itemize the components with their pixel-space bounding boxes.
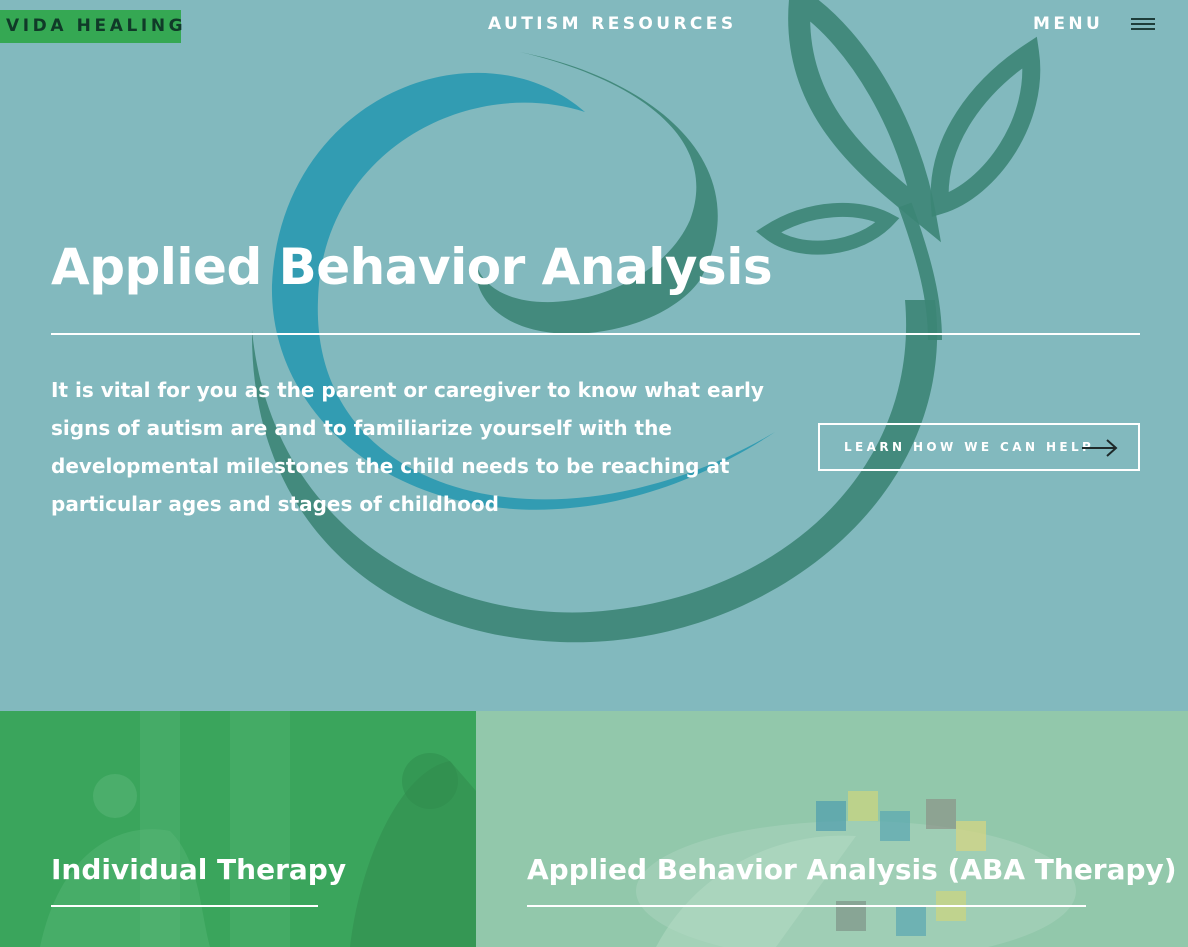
therapy-session-photo [0, 711, 476, 947]
cta-label: LEARN HOW WE CAN HELP [844, 440, 1095, 454]
menu-label: MENU [1033, 14, 1104, 34]
nav-autism-resources-link[interactable]: AUTISM RESOURCES [488, 14, 736, 34]
card-title: Individual Therapy [51, 853, 347, 886]
leaf-left [756, 202, 900, 255]
card-divider [527, 905, 1086, 907]
site-logo[interactable]: VIDA HEALING [0, 10, 183, 43]
learn-how-we-can-help-button[interactable]: LEARN HOW WE CAN HELP [818, 423, 1140, 471]
hero-description: It is vital for you as the parent or car… [51, 378, 764, 516]
leaf-large [788, 0, 941, 243]
puzzle-pieces-photo [476, 711, 1188, 947]
card-divider [51, 905, 318, 907]
card-individual-therapy[interactable]: Individual Therapy [0, 711, 476, 947]
card-aba-therapy[interactable]: Applied Behavior Analysis (ABA Therapy) [476, 711, 1188, 947]
arrow-right-icon [1082, 439, 1118, 457]
hero-section: VIDA HEALING AUTISM RESOURCES MENU Appli… [0, 0, 1188, 711]
hamburger-icon [1131, 18, 1156, 30]
title-divider [51, 333, 1140, 335]
page-title: Applied Behavior Analysis [51, 238, 773, 296]
hero-swirl-logo-graphic [251, 0, 1041, 643]
leaf-right [930, 36, 1041, 217]
menu-button[interactable]: MENU [1033, 14, 1156, 34]
card-title: Applied Behavior Analysis (ABA Therapy) [527, 853, 1177, 886]
